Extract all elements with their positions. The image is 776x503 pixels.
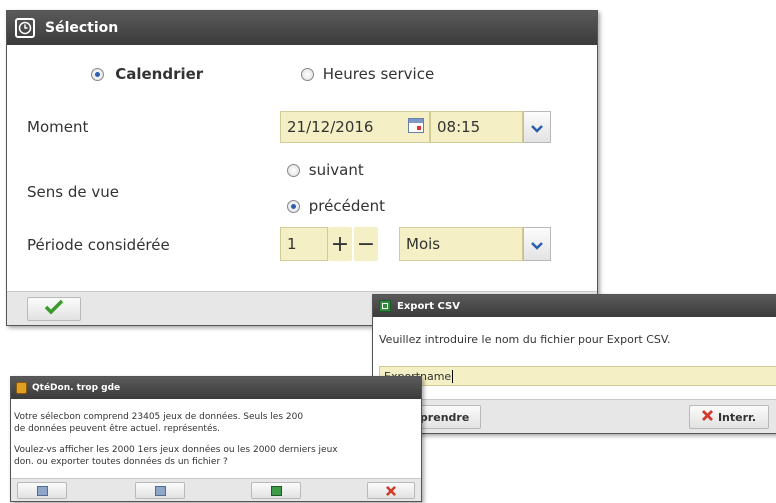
mode-calendar-option[interactable]: Calendrier [91,65,203,83]
close-icon [386,481,396,500]
toomuch-message-line-3: Voulez-vs afficher les 2000 1ers jeux do… [14,445,338,455]
period-unit-field[interactable]: Mois [399,227,523,261]
checkmark-icon [44,299,64,319]
toomuch-message-line-2: de données peuvent être actuel. représen… [14,424,221,434]
time-field[interactable]: 08:15 [430,111,523,143]
cancel-button[interactable] [367,482,415,499]
period-value-field[interactable]: 1 [280,227,328,261]
mode-hours-option[interactable]: Heures service [301,65,434,83]
clock-icon [15,18,35,38]
direction-label: Sens de vue [27,183,119,201]
show-first-button[interactable] [17,482,67,499]
direction-next-radio[interactable] [287,164,300,177]
time-dropdown-button[interactable] [523,111,551,143]
moment-label: Moment [27,118,89,136]
toomuch-titlebar: QtéDon. trop gde [11,377,421,399]
mode-calendar-label: Calendrier [115,65,204,83]
text-cursor [452,369,454,383]
period-label: Période considérée [27,236,170,254]
date-value: 21/12/2016 [287,118,374,136]
time-value: 08:15 [437,118,481,136]
export-footer: Reprendre Interr. [373,399,776,433]
export-filename-input[interactable]: Exportname [379,366,776,386]
direction-prev-option[interactable]: précédent [287,197,385,215]
spreadsheet-icon [270,485,282,496]
last-records-icon [154,485,166,496]
export-prompt: Veuillez introduire le nom du fichier po… [379,333,671,346]
toomuch-message-line-4: don. ou exporter toutes données ds un fi… [14,457,228,467]
show-last-button[interactable] [135,482,185,499]
direction-prev-label: précédent [308,197,385,215]
first-records-icon [36,485,48,496]
confirm-button[interactable] [27,297,81,321]
period-unit-value: Mois [406,235,441,253]
calendar-icon[interactable] [408,118,424,133]
toomuch-message-line-1: Votre sélecbon comprend 23405 jeux de do… [14,412,304,422]
warning-icon [16,382,27,394]
direction-next-option[interactable]: suivant [287,161,364,179]
too-much-data-dialog: QtéDon. trop gde Votre sélecbon comprend… [10,376,422,502]
mode-hours-radio[interactable] [301,68,314,81]
period-unit-dropdown-button[interactable] [523,227,551,261]
selection-title: Sélection [45,20,119,36]
chevron-down-icon [531,235,543,254]
interrupt-label: Interr. [717,410,757,424]
direction-next-label: suivant [308,161,364,179]
export-all-button[interactable] [251,482,301,499]
close-icon [701,410,713,424]
export-titlebar: Export CSV [373,295,776,317]
mode-hours-label: Heures service [322,65,435,83]
selection-dialog: Sélection Calendrier Heures service Mome… [6,10,598,326]
spreadsheet-icon [379,300,391,312]
interrupt-button[interactable]: Interr. [689,405,769,429]
selection-titlebar: Sélection [7,11,597,45]
export-title: Export CSV [397,300,460,312]
period-decrement-button[interactable]: − [354,227,378,261]
mode-calendar-radio[interactable] [91,68,104,81]
period-value: 1 [287,235,297,253]
chevron-down-icon [531,118,543,137]
period-increment-button[interactable]: + [328,227,352,261]
toomuch-footer [11,478,421,501]
direction-prev-radio[interactable] [287,200,300,213]
export-csv-dialog: Export CSV Veuillez introduire le nom du… [372,294,776,434]
toomuch-title: QtéDon. trop gde [32,383,121,393]
